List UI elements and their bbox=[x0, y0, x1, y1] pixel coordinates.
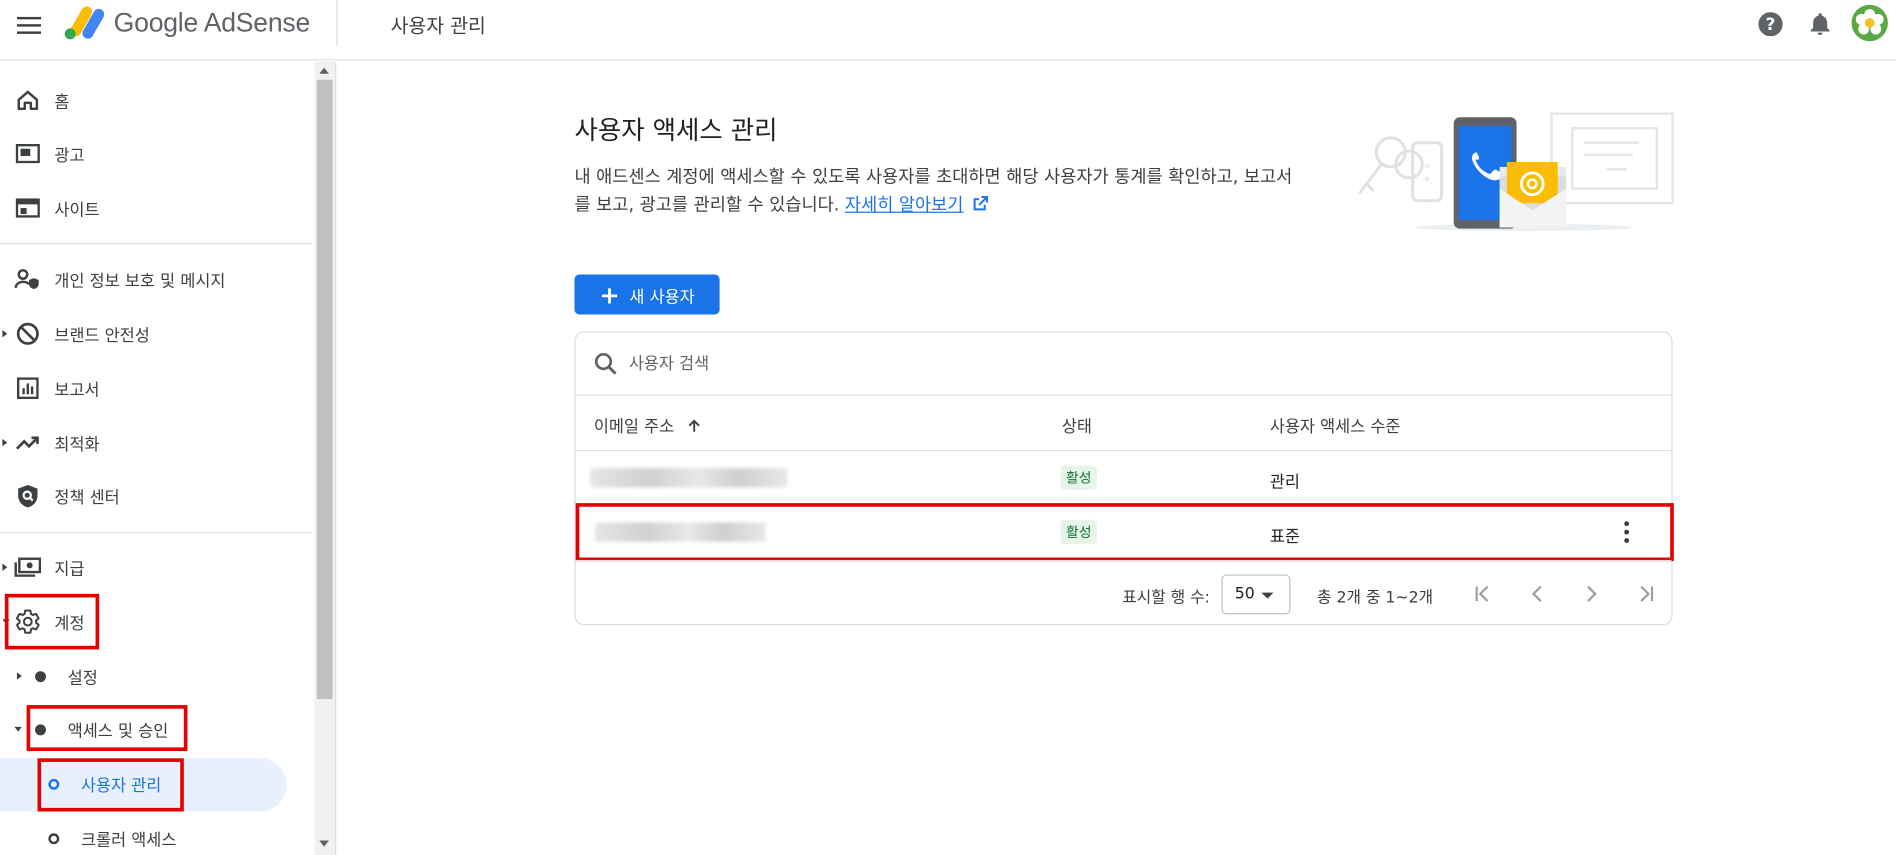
sidebar-item-settings[interactable]: 설정 bbox=[0, 652, 312, 700]
sidebar-divider bbox=[0, 532, 313, 534]
column-header-label: 이메일 주소 bbox=[593, 417, 675, 437]
collapse-arrow-icon[interactable] bbox=[14, 726, 22, 732]
payments-icon bbox=[14, 554, 42, 581]
sidebar-item-label: 광고 bbox=[54, 146, 85, 166]
sidebar-item-label: 설정 bbox=[67, 668, 98, 689]
adsense-logo-icon bbox=[64, 6, 105, 40]
header-divider bbox=[336, 0, 338, 46]
account-avatar[interactable] bbox=[1851, 4, 1888, 42]
expand-arrow-icon[interactable] bbox=[2, 330, 8, 338]
home-icon bbox=[15, 87, 42, 114]
pagination-range: 총 2개 중 1~2개 bbox=[1317, 588, 1434, 608]
highlight-box-access bbox=[26, 705, 188, 752]
new-user-label: 새 사용자 bbox=[629, 287, 695, 307]
top-app-bar: Google AdSense 사용자 관리 ? bbox=[0, 0, 1896, 61]
sidebar-item-policy-center[interactable]: 정책 센터 bbox=[0, 472, 312, 520]
highlight-box-account bbox=[4, 593, 100, 650]
users-table-card: 이메일 주소 상태 사용자 액세스 수준 활성 관리 활성 표준 표시할 행 수… bbox=[574, 331, 1674, 626]
block-icon bbox=[15, 320, 42, 347]
column-header-access-level: 사용자 액세스 수준 bbox=[1269, 417, 1401, 437]
access-level-cell: 관리 bbox=[1269, 472, 1300, 493]
sidebar-item-label: 홈 bbox=[54, 93, 70, 113]
sidebar-item-home[interactable]: 홈 bbox=[0, 76, 312, 124]
scrollbar-thumb[interactable] bbox=[316, 79, 333, 700]
sidebar-item-label: 크롤러 액세스 bbox=[81, 830, 177, 851]
sidebar-item-label: 정책 센터 bbox=[54, 488, 120, 508]
sidebar-divider bbox=[0, 243, 313, 245]
highlight-box-user-management bbox=[37, 758, 184, 812]
sidebar-item-label: 지급 bbox=[54, 559, 85, 580]
ring-bullet-icon bbox=[48, 832, 60, 844]
sort-ascending-arrow-icon[interactable] bbox=[687, 418, 702, 433]
logo-text: Google AdSense bbox=[113, 7, 311, 38]
sidebar-item-label: 최적화 bbox=[54, 435, 100, 455]
svg-text:?: ? bbox=[1766, 14, 1776, 34]
expand-arrow-icon[interactable] bbox=[2, 563, 8, 571]
ads-icon bbox=[15, 140, 42, 167]
sites-icon bbox=[15, 195, 42, 222]
expand-arrow-icon[interactable] bbox=[16, 672, 22, 680]
new-user-button[interactable]: + 새 사용자 bbox=[574, 274, 720, 315]
status-badge: 활성 bbox=[1060, 465, 1097, 490]
scroll-down-arrow-icon[interactable] bbox=[319, 840, 329, 847]
report-icon bbox=[15, 375, 42, 402]
rows-per-page-select[interactable]: 50 bbox=[1221, 574, 1291, 615]
privacy-icon bbox=[14, 266, 42, 293]
user-access-illustration: * * bbox=[1358, 112, 1674, 231]
policy-shield-icon bbox=[15, 483, 42, 510]
plus-icon: + bbox=[599, 279, 620, 310]
rows-per-page-value: 50 bbox=[1234, 585, 1255, 604]
sidebar-item-reports[interactable]: 보고서 bbox=[0, 364, 312, 412]
first-page-icon[interactable] bbox=[1468, 579, 1497, 608]
hamburger-menu-icon[interactable] bbox=[15, 11, 44, 40]
sidebar-item-label: 개인 정보 보호 및 메시지 bbox=[54, 272, 226, 292]
learn-more-link[interactable]: 자세히 알아보기 bbox=[845, 196, 964, 215]
search-users-input[interactable] bbox=[628, 349, 1355, 379]
search-icon bbox=[594, 353, 617, 375]
sidebar-item-privacy-messaging[interactable]: 개인 정보 보호 및 메시지 bbox=[0, 255, 312, 303]
sidebar-item-crawler-access[interactable]: 크롤러 액세스 bbox=[0, 814, 312, 855]
section-description: 내 애드센스 계정에 액세스할 수 있도록 사용자를 초대하면 해당 사용자가 … bbox=[574, 164, 1300, 220]
previous-page-icon[interactable] bbox=[1523, 579, 1552, 608]
trending-up-icon bbox=[15, 429, 42, 456]
sidebar-item-label: 보고서 bbox=[54, 380, 100, 401]
section-heading: 사용자 액세스 관리 bbox=[574, 116, 778, 146]
notifications-bell-icon[interactable] bbox=[1806, 10, 1835, 39]
sidebar-item-payments[interactable]: 지급 bbox=[0, 543, 312, 591]
help-icon[interactable]: ? bbox=[1756, 10, 1785, 39]
sidebar-item-label: 브랜드 안전성 bbox=[54, 326, 150, 346]
column-header-status: 상태 bbox=[1061, 417, 1092, 437]
table-divider bbox=[575, 559, 1672, 562]
highlight-box-user-row bbox=[575, 503, 1674, 562]
rows-per-page-label: 표시할 행 수: bbox=[1122, 588, 1210, 608]
expand-arrow-icon[interactable] bbox=[2, 439, 8, 447]
redacted-email bbox=[590, 468, 788, 488]
table-divider bbox=[575, 449, 1672, 452]
last-page-icon[interactable] bbox=[1631, 579, 1660, 608]
sidebar-item-sites[interactable]: 사이트 bbox=[0, 184, 312, 232]
next-page-icon[interactable] bbox=[1577, 579, 1606, 608]
dropdown-arrow-icon bbox=[1261, 592, 1274, 599]
search-bar bbox=[575, 333, 1672, 396]
sidebar-item-ads[interactable]: 광고 bbox=[0, 129, 312, 177]
svg-text:*: * bbox=[1424, 175, 1431, 190]
scroll-up-arrow-icon[interactable] bbox=[319, 67, 329, 74]
adsense-logo[interactable]: Google AdSense bbox=[63, 5, 310, 41]
learn-more-label: 자세히 알아보기 bbox=[844, 195, 964, 216]
bullet-icon bbox=[35, 670, 46, 682]
page-title: 사용자 관리 bbox=[390, 14, 486, 38]
sidebar-item-brand-safety[interactable]: 브랜드 안전성 bbox=[0, 310, 312, 358]
sidebar-item-label: 사이트 bbox=[54, 200, 100, 221]
sidebar-item-optimization[interactable]: 최적화 bbox=[0, 418, 312, 466]
left-sidebar: 홈 광고 사이트 개인 정보 보호 및 메시지 브랜드 안전성 보고서 최적화 … bbox=[0, 61, 337, 855]
external-link-icon[interactable] bbox=[973, 196, 989, 212]
column-header-email[interactable]: 이메일 주소 bbox=[593, 412, 702, 437]
